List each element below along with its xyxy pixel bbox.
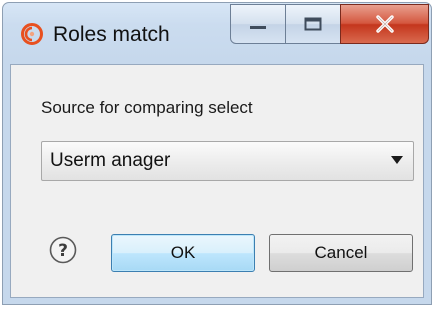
dropdown-arrow-icon[interactable] (391, 156, 403, 164)
close-button[interactable] (340, 4, 429, 44)
window-title: Roles match (53, 23, 170, 46)
source-select-value: Userm anager (50, 150, 171, 171)
dialog-content: Source for comparing select Userm anager… (10, 64, 424, 298)
ok-button[interactable]: OK (111, 234, 255, 272)
minimize-icon (250, 26, 266, 29)
source-select[interactable]: Userm anager (41, 141, 414, 181)
source-prompt-label: Source for comparing select (41, 98, 253, 117)
close-icon (375, 15, 394, 33)
caption-buttons (230, 4, 429, 44)
minimize-button[interactable] (230, 4, 286, 44)
title-bar[interactable]: Roles match (3, 3, 431, 65)
help-icon[interactable]: ? (49, 236, 77, 264)
svg-text:?: ? (58, 241, 68, 261)
app-logo-icon (21, 23, 43, 45)
cancel-button[interactable]: Cancel (269, 234, 413, 272)
dialog-window: Roles match Source for comparing select … (2, 2, 432, 305)
maximize-button[interactable] (285, 4, 341, 44)
maximize-icon (304, 17, 322, 31)
